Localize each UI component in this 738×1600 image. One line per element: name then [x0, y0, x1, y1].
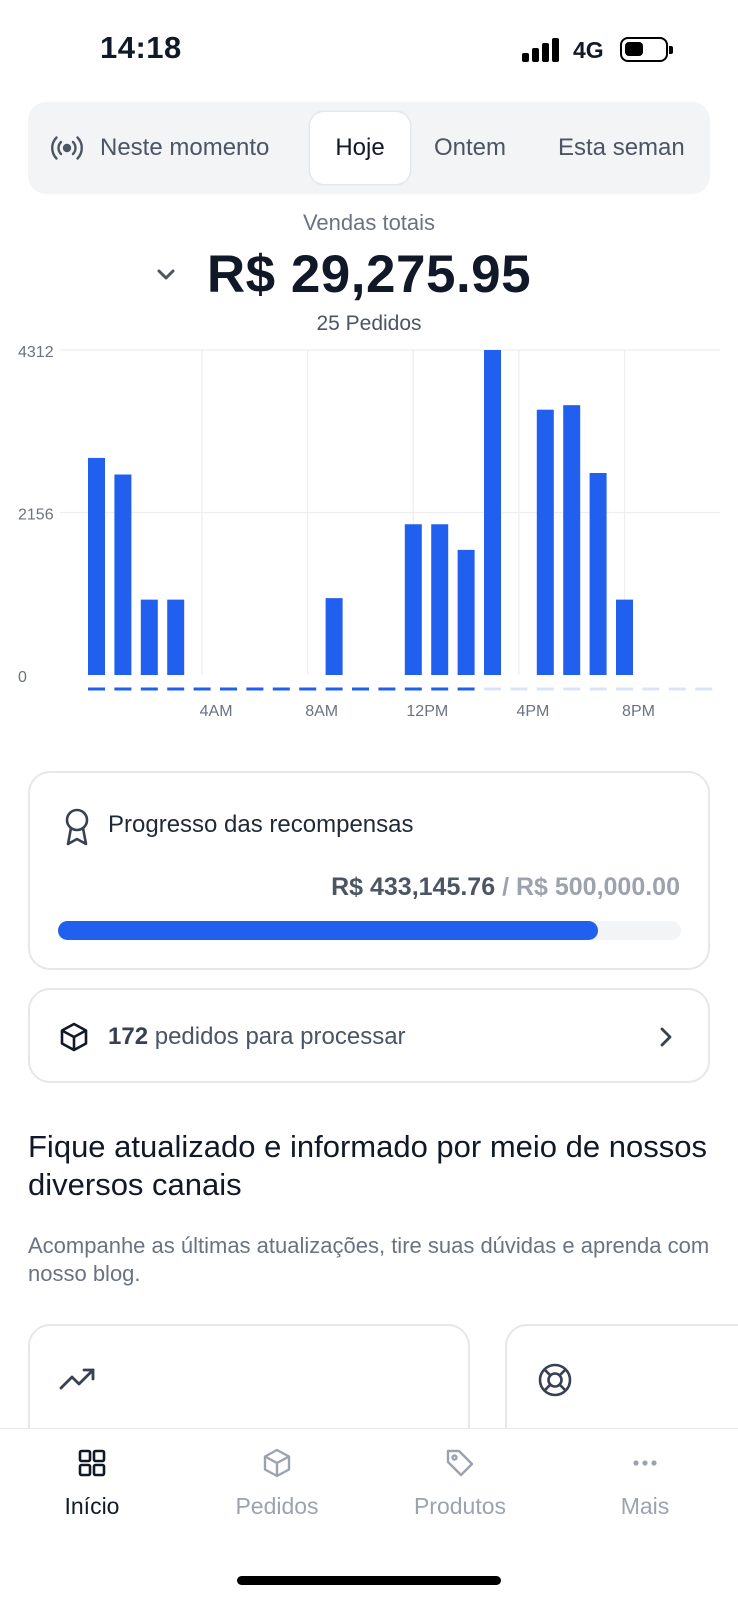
chart-baseline-segment: [536, 687, 554, 691]
chart-baseline-segment: [563, 687, 581, 691]
chevron-down-icon[interactable]: [153, 262, 179, 288]
chart-baseline-segment: [642, 687, 660, 691]
chart-baseline-segment: [616, 687, 633, 691]
chart-bar: [457, 549, 475, 675]
period-tabs: Neste momento Hoje Ontem Esta seman: [28, 102, 710, 194]
chart-baseline-segment: [325, 687, 343, 691]
chart-x-tick-label: 12PM: [406, 703, 448, 720]
network-type: 4G: [573, 37, 604, 63]
chart-baseline-segment: [457, 687, 475, 691]
home-indicator: [237, 1576, 501, 1585]
chart-baseline-segment: [352, 687, 369, 691]
tag-icon: [446, 1449, 474, 1477]
chart-baseline-segment: [140, 687, 158, 691]
chart-baseline-segment: [484, 687, 501, 691]
chart-baseline-segment: [431, 687, 449, 691]
bottom-navigation: Início Pedidos Produtos Mais: [0, 1428, 738, 1600]
chart-y-tick-label: 0: [18, 669, 27, 686]
chart-baseline-segment: [589, 687, 607, 691]
nav-label-products: Produtos: [413, 1493, 507, 1519]
chart-baseline-segment: [299, 687, 317, 691]
chart-bar: [616, 599, 633, 675]
box-icon: [263, 1448, 291, 1478]
chart-bar: [114, 474, 132, 675]
rewards-amounts: R$ 433,145.76 / R$ 500,000.00: [331, 873, 680, 902]
nav-item-more[interactable]: Mais: [565, 1447, 725, 1520]
info-heading: Fique atualizado e informado por meio de…: [28, 1129, 707, 1202]
chart-y-tick-label: 4312: [18, 345, 54, 361]
hourly-sales-chart[interactable]: 4312 2156 0 4AM 8AM 12PM 4PM 8PM: [0, 345, 738, 745]
status-time: 14:18: [100, 30, 182, 65]
chart-baseline-segment: [167, 687, 185, 691]
chart-baseline-segment: [193, 687, 211, 691]
chart-baseline-segment: [668, 687, 686, 691]
rewards-progress-fill: [58, 921, 598, 940]
total-sales-value: R$ 29,275.95: [206, 245, 532, 304]
tab-yesterday-label: Ontem: [434, 134, 507, 161]
signal-strength-icon: [522, 38, 562, 62]
rewards-separator: /: [495, 873, 516, 901]
rewards-goal-amount: R$ 500,000.00: [515, 873, 680, 901]
nav-item-home[interactable]: Início: [12, 1447, 172, 1520]
award-ribbon-icon: [65, 808, 89, 846]
chart-bar: [484, 350, 501, 675]
nav-item-products[interactable]: Produtos: [380, 1447, 540, 1520]
total-sales-label: Vendas totais: [302, 210, 436, 235]
tab-now[interactable]: Neste momento: [50, 112, 269, 184]
chart-baseline-segment: [88, 687, 105, 691]
orders-count: 25 Pedidos: [316, 312, 422, 335]
chart-y-tick-label: 2156: [18, 507, 54, 524]
chart-baseline-segment: [378, 687, 396, 691]
orders-to-process-label: pedidos para processar: [148, 1023, 406, 1050]
chart-bar: [563, 405, 581, 675]
chart-bar: [589, 473, 607, 675]
chevron-right-icon: [660, 1027, 672, 1047]
chart-bar: [88, 457, 105, 675]
chart-x-tick-label: 4PM: [516, 703, 549, 720]
chart-bar: [536, 409, 554, 675]
chart-bar: [404, 524, 422, 675]
chart-bar: [140, 599, 158, 675]
chart-baseline-segment: [404, 687, 422, 691]
more-icon: [633, 1460, 657, 1466]
nav-item-orders[interactable]: Pedidos: [197, 1447, 357, 1520]
chart-x-tick-label: 8PM: [622, 703, 655, 720]
tab-today-label: Hoje: [335, 134, 385, 161]
rewards-progress-card[interactable]: Progresso das recompensas R$ 433,145.76 …: [28, 771, 710, 970]
rewards-progress-bar: [58, 921, 681, 940]
chart-x-tick-label: 4AM: [200, 703, 233, 720]
chart-baseline-segment: [246, 687, 264, 691]
chart-baseline-segment: [510, 687, 528, 691]
chart-baseline-segment: [114, 687, 132, 691]
nav-label-more: Mais: [620, 1493, 670, 1519]
chart-bar: [325, 598, 343, 675]
tab-yesterday[interactable]: Ontem: [434, 112, 506, 184]
chart-bar: [167, 599, 185, 675]
orders-to-process-text: 172 pedidos para processar: [108, 1023, 406, 1051]
rewards-current-amount: R$ 433,145.76: [331, 873, 496, 901]
lifebuoy-icon: [538, 1363, 572, 1397]
nav-label-home: Início: [64, 1493, 120, 1519]
tab-this-week-label: Esta seman: [558, 134, 685, 161]
orders-to-process-count: 172: [108, 1023, 149, 1050]
chart-baseline-segment: [220, 687, 237, 691]
tab-today[interactable]: Hoje: [310, 112, 410, 184]
rewards-title: Progresso das recompensas: [108, 811, 414, 838]
chart-baseline-segment: [695, 687, 713, 691]
chart-x-tick-label: 8AM: [305, 703, 338, 720]
info-description: Acompanhe as últimas atualizações, tire …: [28, 1233, 710, 1286]
nav-label-orders: Pedidos: [235, 1493, 319, 1519]
chart-baseline-segment: [272, 687, 290, 691]
box-icon: [60, 1022, 88, 1052]
battery-icon: [620, 37, 673, 62]
trending-up-icon: [59, 1368, 95, 1390]
tab-now-label: Neste momento: [100, 134, 270, 161]
chart-bar: [431, 524, 449, 675]
orders-to-process-card[interactable]: 172 pedidos para processar: [28, 988, 710, 1083]
live-broadcast-icon: [51, 136, 83, 160]
total-sales-row[interactable]: R$ 29,275.95: [0, 242, 738, 308]
tab-this-week[interactable]: Esta seman: [558, 112, 685, 184]
grid-icon: [78, 1449, 106, 1477]
status-bar: 14:18 4G: [0, 0, 738, 96]
